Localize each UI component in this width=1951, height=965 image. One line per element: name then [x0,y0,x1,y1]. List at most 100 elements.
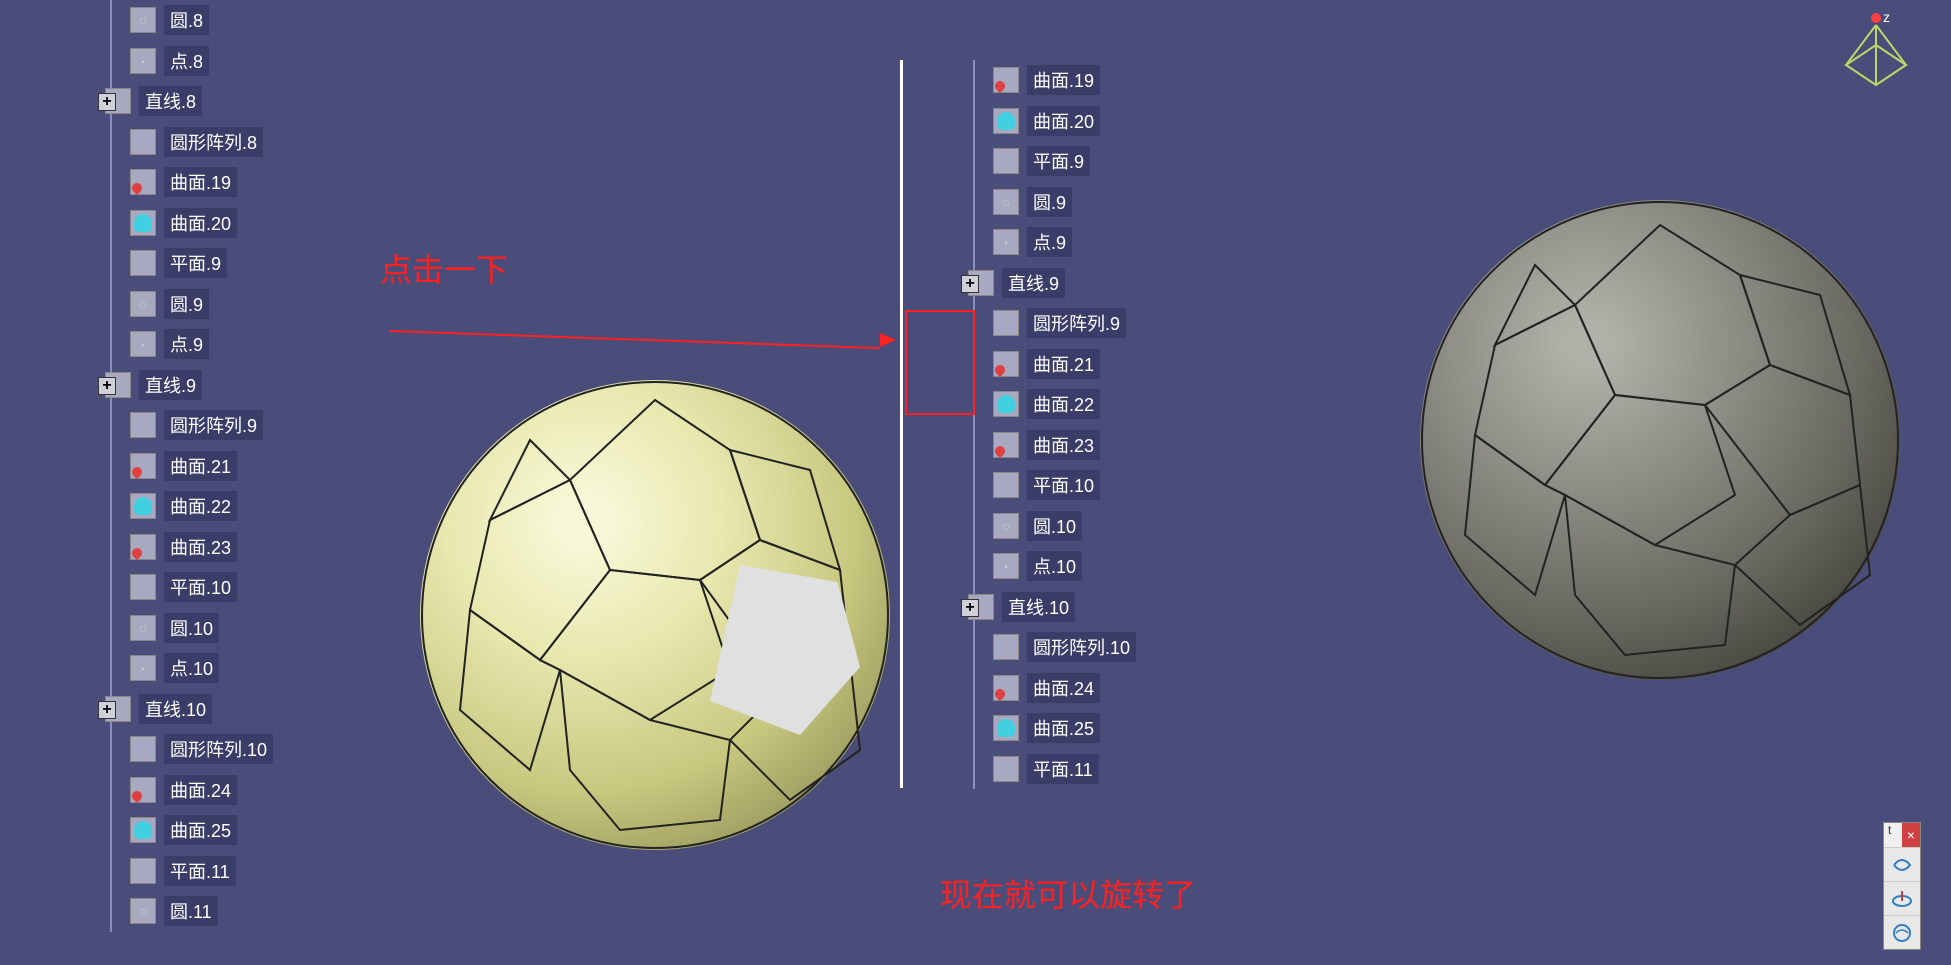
tree-item-tree_left-15[interactable]: 圆.10 [50,608,273,649]
tree-item-tree_left-12[interactable]: 曲面.22 [50,486,273,527]
tree-item-label: 点.10 [164,653,219,683]
surface-red-icon [993,351,1019,377]
tree-item-label: 平面.11 [1027,754,1099,784]
expand-toggle-icon[interactable]: + [961,275,979,293]
tree-item-label: 曲面.22 [164,491,237,521]
floating-toolbar[interactable]: t × [1883,822,1921,950]
tree-item-tree_right-5[interactable]: +直线.9 [933,263,1136,304]
tree-item-label: 曲面.20 [1027,106,1100,136]
circle-icon [993,513,1019,539]
tree-item-label: 平面.9 [1027,146,1090,176]
tree-item-tree_left-10[interactable]: 圆形阵列.9 [50,405,273,446]
tree-item-label: 平面.9 [164,248,227,278]
tree-item-label: 曲面.25 [1027,713,1100,743]
tree-item-tree_left-21[interactable]: 平面.11 [50,851,273,892]
tree-item-label: 圆.9 [1027,187,1072,217]
tree-item-label: 圆.10 [1027,511,1082,541]
tree-item-label: 曲面.19 [1027,65,1100,95]
expand-toggle-icon[interactable]: + [98,377,116,395]
tree-item-tree_left-0[interactable]: 圆.8 [50,0,273,41]
tree-item-tree_left-7[interactable]: 圆.9 [50,284,273,325]
tree-item-tree_right-11[interactable]: 圆.10 [933,506,1136,547]
tree-item-tree_left-16[interactable]: 点.10 [50,648,273,689]
tree-item-tree_right-9[interactable]: 曲面.23 [933,425,1136,466]
toolbar-button-1[interactable] [1884,847,1920,881]
tree-item-label: 曲面.24 [164,775,237,805]
surface-red-icon [993,432,1019,458]
plane-icon [993,756,1019,782]
tree-item-label: 圆.11 [164,896,218,926]
tree-item-tree_left-1[interactable]: 点.8 [50,41,273,82]
tree-item-tree_left-22[interactable]: 圆.11 [50,891,273,932]
tree-item-tree_right-13[interactable]: +直线.10 [933,587,1136,628]
tree-item-tree_right-16[interactable]: 曲面.25 [933,708,1136,749]
tree-item-tree_right-10[interactable]: 平面.10 [933,465,1136,506]
expand-toggle-icon[interactable]: + [98,93,116,111]
expand-toggle-icon[interactable]: + [98,701,116,719]
toolbar-button-3[interactable] [1884,915,1920,949]
toolbar-header[interactable]: t × [1884,823,1920,847]
tree-item-tree_right-0[interactable]: 曲面.19 [933,60,1136,101]
tree-item-label: 圆.9 [164,289,209,319]
tree-item-label: 圆形阵列.8 [164,127,263,157]
tree-item-tree_left-11[interactable]: 曲面.21 [50,446,273,487]
pattern-icon [993,634,1019,660]
tree-item-tree_left-3[interactable]: 圆形阵列.8 [50,122,273,163]
tree-item-label: 曲面.23 [1027,430,1100,460]
tree-item-tree_left-17[interactable]: +直线.10 [50,689,273,730]
circle-icon [993,189,1019,215]
surface-cyan-icon [130,817,156,843]
tree-item-label: 曲面.21 [1027,349,1100,379]
tree-item-tree_left-13[interactable]: 曲面.23 [50,527,273,568]
tree-item-tree_right-17[interactable]: 平面.11 [933,749,1136,790]
tree-item-tree_right-1[interactable]: 曲面.20 [933,101,1136,142]
surface-red-icon [993,675,1019,701]
tree-item-label: 圆形阵列.10 [1027,632,1136,662]
tree-item-label: 点.9 [164,329,209,359]
viewport-compass[interactable]: z [1831,10,1921,100]
tree-item-label: 点.9 [1027,227,1072,257]
tree-item-label: 平面.10 [164,572,237,602]
tree-item-label: 圆形阵列.9 [164,410,263,440]
tree-item-tree_left-20[interactable]: 曲面.25 [50,810,273,851]
plane-icon [130,858,156,884]
tree-item-tree_left-4[interactable]: 曲面.19 [50,162,273,203]
tree-item-tree_left-9[interactable]: +直线.9 [50,365,273,406]
tree-item-tree_right-4[interactable]: 点.9 [933,222,1136,263]
tree-item-tree_left-8[interactable]: 点.9 [50,324,273,365]
viewport-model-grey-ball[interactable] [1420,200,1900,680]
svg-text:z: z [1883,10,1890,25]
tree-item-tree_right-15[interactable]: 曲面.24 [933,668,1136,709]
annotation-rotate-label: 现在就可以旋转了 [940,870,1196,916]
plane-icon [993,148,1019,174]
pattern-icon [993,310,1019,336]
pattern-icon [130,736,156,762]
pattern-icon [130,412,156,438]
tree-item-tree_left-14[interactable]: 平面.10 [50,567,273,608]
tree-item-tree_left-19[interactable]: 曲面.24 [50,770,273,811]
pattern-icon [130,129,156,155]
tree-item-tree_right-12[interactable]: 点.10 [933,546,1136,587]
expand-toggle-icon[interactable]: + [961,599,979,617]
tree-item-tree_right-3[interactable]: 圆.9 [933,182,1136,223]
tree-item-label: 曲面.23 [164,532,237,562]
surface-red-icon [130,169,156,195]
surface-cyan-icon [130,493,156,519]
tree-item-label: 曲面.25 [164,815,237,845]
toolbar-close-button[interactable]: × [1902,823,1920,847]
plane-icon [130,250,156,276]
tree-item-label: 点.8 [164,46,209,76]
tree-item-tree_right-14[interactable]: 圆形阵列.10 [933,627,1136,668]
tree-item-tree_left-18[interactable]: 圆形阵列.10 [50,729,273,770]
tree-item-label: 直线.8 [139,86,202,116]
toolbar-button-2[interactable] [1884,881,1920,915]
point-icon [993,553,1019,579]
tree-item-tree_right-2[interactable]: 平面.9 [933,141,1136,182]
tree-item-tree_left-2[interactable]: + 直线.8 [50,81,273,122]
tree-item-label: 圆.10 [164,613,219,643]
point-icon [993,229,1019,255]
tree-item-label: 平面.11 [164,856,236,886]
tree-item-tree_left-5[interactable]: 曲面.20 [50,203,273,244]
tree-item-tree_left-6[interactable]: 平面.9 [50,243,273,284]
surface-red-icon [993,67,1019,93]
